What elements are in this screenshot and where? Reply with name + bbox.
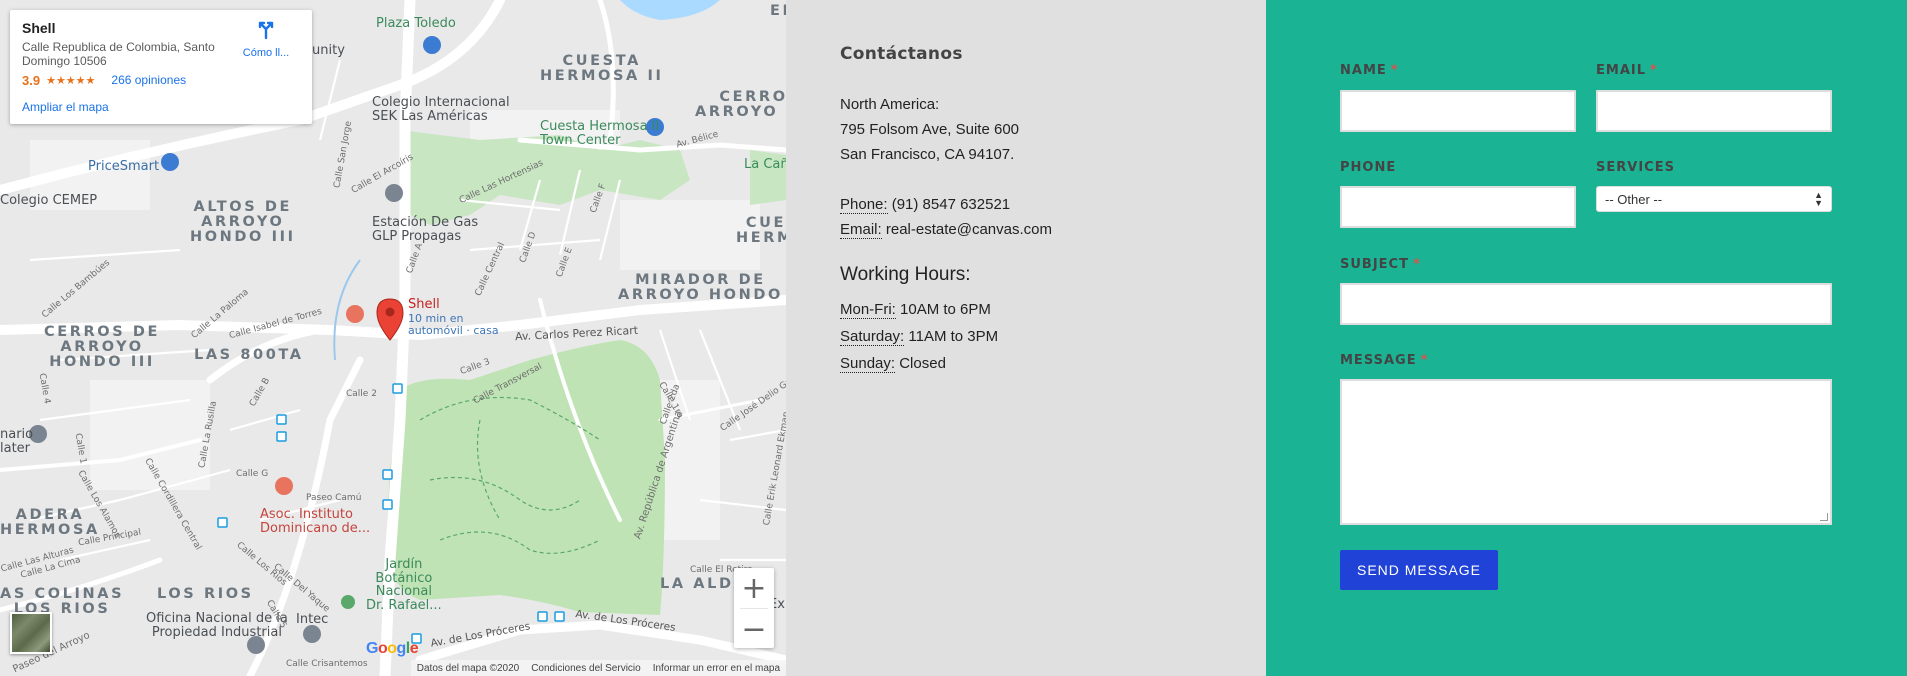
hours-day: Mon-Fri:: [840, 301, 896, 319]
poi-label[interactable]: Intec: [296, 613, 328, 627]
select-arrows-icon: ▲ ▼: [1814, 190, 1823, 208]
district-label: CERROS DE ARROYO HONDO: [695, 89, 786, 121]
message-textarea[interactable]: [1340, 379, 1832, 525]
zoom-out-button[interactable]: −: [734, 609, 774, 649]
phone-line: Phone: (91) 8547 632521: [840, 192, 1212, 217]
district-label: LOS RIOS: [157, 586, 254, 602]
poi-label[interactable]: Colegio CEMEP: [0, 194, 97, 208]
zoom-controls: + −: [734, 568, 774, 648]
directions-icon: [258, 21, 274, 40]
hours-row: Mon-Fri: 10AM to 6PM: [840, 296, 1212, 323]
phone-label: PHONE: [1340, 160, 1397, 175]
rating-score: 3.9: [22, 72, 41, 88]
address-block: North America: 795 Folsom Ave, Suite 600…: [840, 92, 1212, 167]
directions-label: Cómo ll...: [242, 47, 290, 59]
district-label: ALTOS DE ARROYO HONDO III: [190, 199, 296, 246]
email-label: EMAIL *: [1596, 63, 1658, 78]
email-label: Email:: [840, 221, 882, 239]
message-label: MESSAGE *: [1340, 353, 1429, 368]
contact-title: Contáctanos: [840, 44, 963, 64]
hours-time: 11AM to 3PM: [904, 328, 999, 345]
services-label: SERVICES: [1596, 160, 1675, 175]
hours-time: Closed: [895, 355, 946, 372]
place-rating: 3.9 ★★★★★ 266 opiniones: [22, 73, 300, 88]
required-mark: *: [1650, 63, 1658, 78]
hours-row: Saturday: 11AM to 3PM: [840, 323, 1212, 350]
poi-label[interactable]: Jardín Botánico Nacional Dr. Rafael...: [366, 558, 442, 613]
hours-day: Sunday:: [840, 355, 896, 373]
address-line: San Francisco, CA 94107.: [840, 146, 1015, 163]
name-input[interactable]: [1340, 90, 1576, 132]
star-rating-icon: ★★★★★: [46, 74, 96, 87]
working-hours-title: Working Hours:: [840, 264, 971, 285]
zoom-in-button[interactable]: +: [734, 568, 774, 608]
services-select[interactable]: -- Other -- ▲ ▼: [1596, 186, 1832, 212]
district-label: ADERA HERMOSA: [0, 507, 100, 539]
contact-info-panel: Contáctanos North America: 795 Folsom Av…: [786, 0, 1266, 676]
hours-row: Sunday: Closed: [840, 350, 1212, 377]
pin-label[interactable]: Shell: [408, 298, 440, 312]
reviews-link[interactable]: 266 opiniones: [111, 73, 186, 87]
email-input[interactable]: [1596, 90, 1832, 132]
district-label: CUES HERMO: [736, 215, 786, 247]
report-error-link[interactable]: Informar un error en el mapa: [653, 663, 780, 674]
phone-value: (91) 8547 632521: [887, 196, 1011, 213]
google-map[interactable]: CUESTA HERMOSA II CERROS DE ARROYO HONDO…: [0, 0, 786, 676]
subject-input[interactable]: [1340, 283, 1832, 325]
poi-label[interactable]: Estación De Gas GLP Propagas: [372, 216, 478, 243]
poi-label[interactable]: unity: [312, 44, 345, 58]
required-mark: *: [1412, 257, 1421, 272]
district-label: LAS 800TA: [194, 347, 304, 363]
poi-label[interactable]: Plaza Toledo: [376, 17, 456, 31]
google-logo: Google: [366, 640, 419, 657]
required-mark: *: [1390, 63, 1399, 78]
street-label: Paseo Camú: [306, 493, 362, 503]
contact-form: NAME * EMAIL * PHONE SERVICES -- Other -- …: [1266, 0, 1907, 676]
resize-handle-icon[interactable]: [1820, 513, 1828, 521]
email-line: Email: real-estate@canvas.com: [840, 217, 1212, 242]
map-footer: Datos del mapa ©2020 Condiciones del Ser…: [410, 660, 786, 676]
street-label: Calle 2: [346, 389, 377, 399]
poi-label[interactable]: Oficina Nacional de la Propiedad Industr…: [146, 612, 288, 639]
poi-label[interactable]: nario later: [0, 428, 33, 455]
street-label: Calle Crisantemos: [286, 659, 368, 669]
hours-day: Saturday:: [840, 328, 905, 346]
services-selected: -- Other --: [1605, 191, 1663, 207]
poi-label[interactable]: Colegio Internacional SEK Las Américas: [372, 96, 510, 123]
directions-button[interactable]: Cómo ll...: [236, 20, 296, 59]
district-label: CERROS DE ARROYO HONDO III: [44, 324, 161, 371]
send-message-button[interactable]: SEND MESSAGE: [1340, 550, 1498, 590]
street-label: Calle G: [236, 469, 269, 479]
address-line: 795 Folsom Ave, Suite 600: [840, 121, 1020, 138]
satellite-view-toggle[interactable]: [10, 612, 52, 654]
hours-time: 10AM to 6PM: [895, 301, 991, 318]
pin-route-label[interactable]: 10 min en automóvil · casa: [408, 313, 499, 336]
email-value: real-estate@canvas.com: [881, 221, 1052, 238]
required-mark: *: [1420, 353, 1429, 368]
subject-label: SUBJECT *: [1340, 257, 1421, 272]
poi-label[interactable]: Cuesta Hermosa II Town Center: [540, 120, 659, 147]
name-label: NAME *: [1340, 63, 1399, 78]
terms-link[interactable]: Condiciones del Servicio: [531, 663, 641, 674]
district-label: CUESTA HERMOSA II: [540, 53, 664, 85]
place-info-card: Shell Calle Republica de Colombia, Santo…: [10, 10, 312, 124]
contact-details: Phone: (91) 8547 632521 Email: real-esta…: [840, 192, 1212, 242]
phone-input[interactable]: [1340, 186, 1576, 228]
poi-label[interactable]: PriceSmart: [88, 160, 159, 174]
place-address: Calle Republica de Colombia, Santo Domin…: [22, 40, 215, 69]
region-label: North America:: [840, 96, 940, 113]
enlarge-map-link[interactable]: Ampliar el mapa: [22, 100, 109, 114]
poi-label[interactable]: La Cañ: [744, 158, 786, 172]
district-label: EI: [770, 3, 786, 19]
map-data-credit: Datos del mapa ©2020: [416, 662, 520, 674]
working-hours-list: Mon-Fri: 10AM to 6PM Saturday: 11AM to 3…: [840, 296, 1212, 377]
poi-label[interactable]: Asoc. Instituto Dominicano de...: [260, 508, 370, 535]
phone-label: Phone:: [840, 196, 888, 214]
district-label: MIRADOR DE ARROYO HONDO: [618, 272, 783, 304]
